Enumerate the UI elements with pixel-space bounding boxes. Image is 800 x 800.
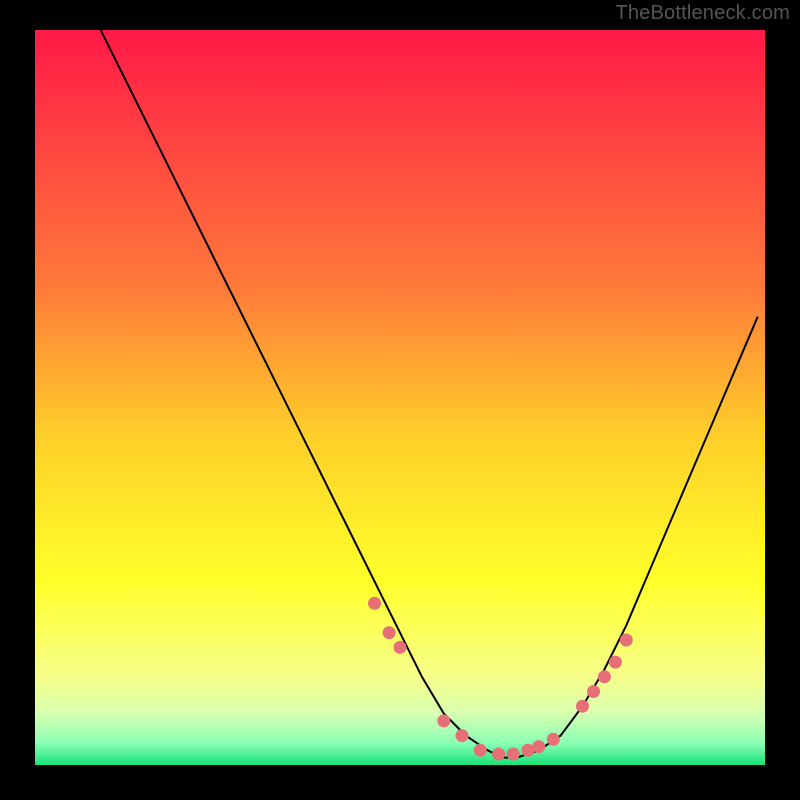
highlight-dot: [532, 740, 545, 753]
plot-area: [35, 30, 765, 765]
highlight-dot: [456, 729, 469, 742]
highlight-dot: [474, 744, 487, 757]
highlight-dot: [609, 656, 622, 669]
highlight-dot: [492, 748, 505, 761]
highlight-dot: [368, 597, 381, 610]
highlight-dot: [547, 733, 560, 746]
highlight-dot: [437, 714, 450, 727]
highlight-dot: [394, 641, 407, 654]
highlight-dot: [576, 700, 589, 713]
gradient-background: [35, 30, 765, 765]
bottleneck-chart: [35, 30, 765, 765]
highlight-dot: [383, 626, 396, 639]
chart-frame: TheBottleneck.com: [0, 0, 800, 800]
highlight-dot: [620, 634, 633, 647]
highlight-dot: [587, 685, 600, 698]
highlight-dot: [507, 748, 520, 761]
highlight-dot: [598, 670, 611, 683]
attribution-label: TheBottleneck.com: [615, 2, 790, 25]
